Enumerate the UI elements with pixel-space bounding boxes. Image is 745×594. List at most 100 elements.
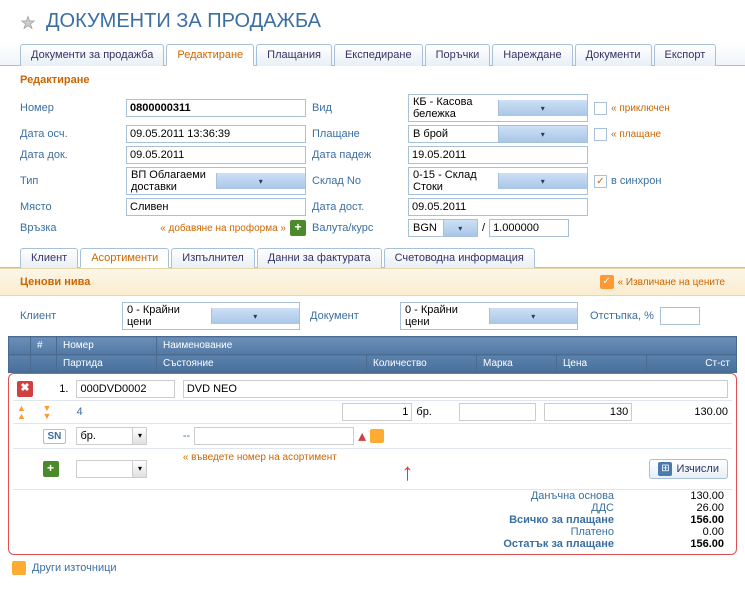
unit-combo[interactable]: ▾ bbox=[76, 427, 147, 445]
chevron-down-icon[interactable]: ▾ bbox=[498, 100, 588, 116]
tab-orders[interactable]: Поръчки bbox=[425, 44, 491, 66]
input-date-acc[interactable] bbox=[126, 125, 306, 143]
label-date-doc: Дата док. bbox=[20, 149, 120, 161]
items-edit-area: ✖ 1. ▲▲ ▼▼ 4 бр. 130.00 SN ▾ -- ▴ + ▾ въ… bbox=[8, 373, 737, 555]
table-row: SN ▾ -- ▴ bbox=[13, 424, 732, 449]
label-date-due: Дата падеж bbox=[312, 149, 402, 161]
tab-payments[interactable]: Плащания bbox=[256, 44, 332, 66]
red-arrow-icon: ↑ bbox=[183, 459, 632, 487]
link-other-sources[interactable]: Други източници bbox=[32, 562, 117, 574]
total-remain-label: Остатък за плащане bbox=[503, 538, 614, 550]
input-rate[interactable] bbox=[489, 219, 569, 237]
link-proforma[interactable]: добавяне на проформа » bbox=[126, 223, 286, 234]
checkbox-payment[interactable] bbox=[594, 128, 607, 141]
tab-edit[interactable]: Редактиране bbox=[166, 44, 254, 66]
input-number[interactable] bbox=[126, 99, 306, 117]
subtab-invoice-data[interactable]: Данни за фактурата bbox=[257, 248, 382, 268]
chevron-down-icon[interactable]: ▾ bbox=[443, 220, 478, 236]
chevron-down-icon[interactable]: ▾ bbox=[489, 308, 578, 324]
select-document-price[interactable]: 0 - Крайни цени▾ bbox=[400, 302, 578, 330]
section-title: Редактиране bbox=[0, 66, 745, 90]
select-kind[interactable]: КБ - Касова бележка▾ bbox=[408, 94, 588, 122]
delete-row-button[interactable]: ✖ bbox=[17, 381, 33, 397]
add-proforma-button[interactable]: + bbox=[290, 220, 306, 236]
link-closed[interactable]: приключен bbox=[611, 103, 670, 114]
table-row: ✖ 1. bbox=[13, 378, 732, 401]
state-dash: -- bbox=[183, 430, 190, 442]
select-client-price[interactable]: 0 - Крайни цени▾ bbox=[122, 302, 300, 330]
link-payment[interactable]: плащане bbox=[611, 129, 661, 140]
col-amount: Ст-ст bbox=[647, 355, 737, 373]
tab-documents-sale[interactable]: Документи за продажба bbox=[20, 44, 164, 66]
total-paid-value: 0.00 bbox=[654, 526, 724, 538]
subtabs: Клиент Асортименти Изпълнител Данни за ф… bbox=[0, 241, 745, 268]
select-payment[interactable]: В брой▾ bbox=[408, 125, 588, 143]
checkbox-sync[interactable] bbox=[594, 175, 607, 188]
unit-label: бр. bbox=[416, 406, 431, 418]
arrows-down-icon[interactable]: ▼▼ bbox=[43, 404, 69, 420]
main-tabs: Документи за продажба Редактиране Плащан… bbox=[0, 43, 745, 66]
table-row-new: + ▾ въведете номер на асортимент↑ Изчисл… bbox=[13, 449, 732, 490]
input-qty[interactable] bbox=[342, 403, 412, 421]
items-grid: # Номер Наименование Партида Състояние К… bbox=[8, 336, 737, 373]
col-price: Цена bbox=[557, 355, 647, 373]
total-remain-value: 156.00 bbox=[654, 538, 724, 550]
cell-batch: 4 bbox=[72, 401, 178, 424]
sources-icon[interactable] bbox=[12, 561, 26, 575]
input-item-code[interactable] bbox=[76, 380, 174, 398]
checkbox-closed[interactable] bbox=[594, 102, 607, 115]
subtab-items[interactable]: Асортименти bbox=[80, 248, 169, 268]
extract-prices-icon[interactable] bbox=[600, 275, 614, 289]
chevron-down-icon[interactable]: ▾ bbox=[132, 461, 146, 477]
slash-sep: / bbox=[482, 222, 485, 234]
total-base-value: 130.00 bbox=[654, 490, 724, 502]
subtab-client[interactable]: Клиент bbox=[20, 248, 78, 268]
col-brand: Марка bbox=[477, 355, 557, 373]
col-name: Наименование bbox=[157, 337, 737, 355]
price-levels-title: Ценови нива bbox=[20, 276, 90, 288]
label-warehouse: Склад No bbox=[312, 175, 402, 187]
input-place[interactable] bbox=[126, 198, 306, 216]
total-vat-label: ДДС bbox=[591, 502, 614, 514]
tab-export[interactable]: Експорт bbox=[654, 44, 717, 66]
new-code-combo[interactable]: ▾ bbox=[76, 460, 147, 478]
col-code: Номер bbox=[57, 337, 157, 355]
tab-arrangement[interactable]: Нареждане bbox=[492, 44, 572, 66]
input-item-name[interactable] bbox=[183, 380, 728, 398]
input-date-doc[interactable] bbox=[126, 146, 306, 164]
select-currency[interactable]: BGN▾ bbox=[408, 219, 478, 237]
input-date-deliv[interactable] bbox=[408, 198, 588, 216]
input-discount[interactable] bbox=[660, 307, 700, 325]
warn-icon[interactable] bbox=[370, 429, 384, 443]
chevron-down-icon[interactable]: ▾ bbox=[498, 126, 588, 142]
caret-up-icon: ▴ bbox=[358, 426, 366, 446]
calculator-icon bbox=[658, 462, 672, 476]
chevron-down-icon[interactable]: ▾ bbox=[216, 173, 306, 189]
total-base-label: Данъчна основа bbox=[531, 490, 614, 502]
tab-expedition[interactable]: Експедиране bbox=[334, 44, 423, 66]
add-row-button[interactable]: + bbox=[43, 461, 59, 477]
link-extract-prices[interactable]: Извличане на цените bbox=[618, 277, 725, 288]
input-state[interactable] bbox=[194, 427, 354, 445]
arrows-up-icon[interactable]: ▲▲ bbox=[17, 404, 35, 420]
input-price[interactable] bbox=[544, 403, 632, 421]
total-vat-value: 26.00 bbox=[654, 502, 724, 514]
hint-enter-code[interactable]: въведете номер на асортимент bbox=[183, 452, 337, 463]
select-type[interactable]: ВП Облагаеми доставки▾ bbox=[126, 167, 306, 195]
chevron-down-icon[interactable]: ▾ bbox=[498, 173, 588, 189]
chevron-down-icon[interactable]: ▾ bbox=[132, 428, 146, 444]
calc-button[interactable]: Изчисли bbox=[649, 459, 728, 479]
label-sync: в синхрон bbox=[611, 175, 661, 187]
label-place: Място bbox=[20, 201, 120, 213]
chevron-down-icon[interactable]: ▾ bbox=[211, 308, 300, 324]
select-warehouse[interactable]: 0-15 - Склад Стоки▾ bbox=[408, 167, 588, 195]
sn-button[interactable]: SN bbox=[43, 429, 67, 444]
star-icon[interactable] bbox=[20, 14, 36, 30]
col-qty: Количество bbox=[367, 355, 477, 373]
subtab-executor[interactable]: Изпълнител bbox=[171, 248, 255, 268]
row-index: 1. bbox=[39, 378, 73, 401]
input-brand[interactable] bbox=[459, 403, 536, 421]
subtab-accounting[interactable]: Счетоводна информация bbox=[384, 248, 535, 268]
input-date-due[interactable] bbox=[408, 146, 588, 164]
tab-documents[interactable]: Документи bbox=[575, 44, 652, 66]
